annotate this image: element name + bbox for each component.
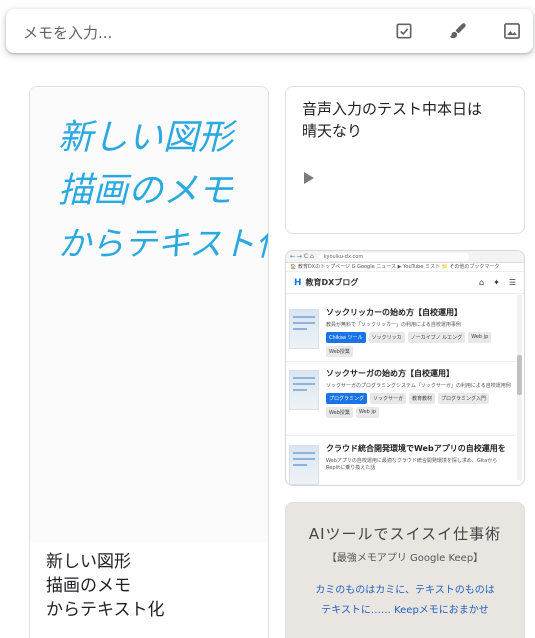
photo-text-line: AIツールでスイスイ仕事術 <box>308 525 502 543</box>
note-text: 音声入力のテスト中本日は 晴天なり <box>302 100 483 140</box>
screenshot-scrollbar <box>517 295 522 480</box>
image-icon[interactable] <box>500 19 524 43</box>
twitter-icon: ✦ <box>493 278 500 287</box>
article-item: ソックリッカーの始め方【自校運用】 教員が無料で「ソックリッカー」の利用による自… <box>286 303 514 367</box>
article-tag: Web授業 <box>326 346 353 357</box>
photo-text-line: カミのものはカミに、テキストのものは <box>315 585 495 596</box>
photo-text-line: テキストに…… Keepメモにおまかせ <box>321 605 489 616</box>
article-tag: Web jp <box>468 332 492 343</box>
home-icon: ⌂ <box>479 278 485 287</box>
article-tag: ソックサーガ <box>370 393 407 404</box>
handwriting-line-1: 新しい図形 <box>58 118 238 158</box>
article-desc: 教員が無料で「ソックリッカー」の利用による自校運用事例 <box>326 322 461 328</box>
photo-text-line: 【最強メモアプリ Google Keep】 <box>326 553 484 564</box>
site-logo-icon: H <box>294 277 302 288</box>
handwriting-line-2: 描画のメモ <box>58 171 234 211</box>
note-card-voice[interactable]: 音声入力のテスト中本日は 晴天なり <box>285 86 525 234</box>
take-note-bar[interactable]: メモを入力... <box>6 9 533 53</box>
article-tag: プログラミング <box>326 393 368 404</box>
article-tag: ノーカイブノ ルエング <box>407 332 466 343</box>
article-title: クラウド統合開発環境でWebアプリの自校運用を <box>326 444 506 453</box>
menu-icon: ☰ <box>508 278 516 287</box>
article-desc: ソックサーガのプログラミングシステム「ソックサーガ」の利用による自校運用例 <box>326 383 511 389</box>
article-tag: 教育教材 <box>409 393 436 404</box>
article-item: クラウド統合開発環境でWebアプリの自校運用を Webアプリの自校運用に最適なク… <box>286 439 514 485</box>
brush-icon[interactable] <box>446 19 470 43</box>
play-icon[interactable] <box>303 171 315 185</box>
take-note-placeholder[interactable]: メモを入力... <box>23 22 112 43</box>
browser-bookmarks: 🏠 教育DXのトップページ G Google ニュース ▶ YouTube ミス… <box>286 263 524 272</box>
article-title: ソックリッカーの始め方【自校運用】 <box>326 308 462 317</box>
article-item: ソックサーガの始め方【自校運用】 ソックサーガのプログラミングシステム「ソックサ… <box>286 364 514 428</box>
handwriting-line-3: からテキスト化 <box>58 224 269 263</box>
article-tag: ソックリッカ <box>368 332 405 343</box>
screenshot-image: ← → C ⌂ kyouiku-dx.com 🏠 教育DXのトップページ G G… <box>286 251 524 485</box>
article-desc: Webアプリの自校運用に最適なクラウド統合開発環境を探し求め、GitaからRep… <box>326 458 498 471</box>
article-tag: Web jp <box>355 407 379 418</box>
site-name: 教育DXブログ <box>305 278 359 287</box>
drawing-image: 新しい図形 描画のメモ からテキスト化 <box>30 87 268 542</box>
article-tag: Chikaa ツール <box>326 332 366 343</box>
article-tag: Web授業 <box>326 407 353 418</box>
article-title: ソックサーガの始め方【自校運用】 <box>326 369 454 378</box>
note-text: 新しい図形 描画のメモ からテキスト化 <box>46 552 165 620</box>
article-tag: プログラミング入門 <box>438 393 490 404</box>
note-card-photo[interactable]: AIツールでスイスイ仕事術 【最強メモアプリ Google Keep】 カミのも… <box>285 502 525 638</box>
browser-address: kyouiku-dx.com <box>318 252 469 261</box>
note-card-screenshot[interactable]: ← → C ⌂ kyouiku-dx.com 🏠 教育DXのトップページ G G… <box>285 250 525 486</box>
checkbox-icon[interactable] <box>392 19 416 43</box>
note-card-drawing[interactable]: 新しい図形 描画のメモ からテキスト化 新しい図形 描画のメモ からテキスト化 <box>29 86 269 638</box>
